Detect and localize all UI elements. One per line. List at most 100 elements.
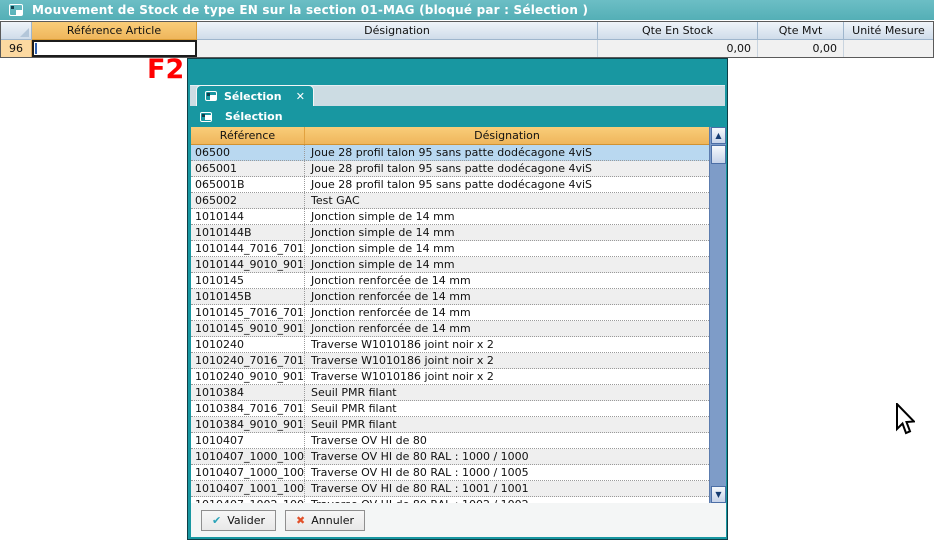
column-header-reference-article[interactable]: Référence Article xyxy=(32,22,197,40)
list-item-designation: Seuil PMR filant xyxy=(305,385,709,400)
valider-label: Valider xyxy=(227,514,265,527)
scrollbar-thumb[interactable] xyxy=(711,145,726,164)
list-item[interactable]: 1010145_7016_7016 Jonction renforcée de … xyxy=(191,305,709,321)
dialog-list: 06500 Joue 28 profil talon 95 sans patte… xyxy=(191,145,709,503)
list-item-reference: 1010240 xyxy=(191,337,305,352)
list-item-reference: 1010145_9010_9010 xyxy=(191,321,305,336)
list-item-designation: Jonction renforcée de 14 mm xyxy=(305,289,709,304)
list-item-reference: 1010145B xyxy=(191,289,305,304)
f2-annotation: F2 xyxy=(147,54,184,85)
grid-corner-selector[interactable] xyxy=(1,22,32,40)
list-item-reference: 1010144_9010_9010 xyxy=(191,257,305,272)
qte-mvt-cell[interactable]: 0,00 xyxy=(758,40,844,57)
list-item[interactable]: 1010240_7016_7016 Traverse W1010186 join… xyxy=(191,353,709,369)
list-item[interactable]: 065001 Joue 28 profil talon 95 sans patt… xyxy=(191,161,709,177)
list-column-header-reference[interactable]: Référence xyxy=(191,127,305,144)
list-item[interactable]: 1010407_1001_1001 Traverse OV HI de 80 R… xyxy=(191,481,709,497)
list-item[interactable]: 1010407_1000_1000 Traverse OV HI de 80 R… xyxy=(191,449,709,465)
mouse-cursor-icon xyxy=(893,403,915,437)
list-item[interactable]: 1010144_9010_9010 Jonction simple de 14 … xyxy=(191,257,709,273)
list-item[interactable]: 1010145_9010_9010 Jonction renforcée de … xyxy=(191,321,709,337)
list-item[interactable]: 1010144_7016_7016 Jonction simple de 14 … xyxy=(191,241,709,257)
list-item-reference: 065001 xyxy=(191,161,305,176)
list-item-reference: 065002 xyxy=(191,193,305,208)
list-item[interactable]: 1010384_7016_7016 Seuil PMR filant xyxy=(191,401,709,417)
dialog-caption-bar: Sélection xyxy=(191,106,724,127)
list-item-reference: 1010144 xyxy=(191,209,305,224)
list-item-designation: Jonction renforcée de 14 mm xyxy=(305,305,709,320)
annuler-label: Annuler xyxy=(311,514,354,527)
qte-en-stock-cell[interactable]: 0,00 xyxy=(598,40,758,57)
scrollbar[interactable]: ▲ ▼ xyxy=(709,127,726,503)
column-header-unite-mesure[interactable]: Unité Mesure xyxy=(844,22,933,40)
unite-mesure-cell[interactable] xyxy=(844,40,933,57)
list-item-reference: 065001B xyxy=(191,177,305,192)
scrollbar-up-icon[interactable]: ▲ xyxy=(711,127,726,144)
list-item[interactable]: 1010145 Jonction renforcée de 14 mm xyxy=(191,273,709,289)
selection-dialog: Sélection ✕ Sélection Référence Désignat… xyxy=(187,58,728,540)
list-item-reference: 1010144B xyxy=(191,225,305,240)
list-item-designation: Traverse W1010186 joint noir x 2 xyxy=(305,337,709,352)
stock-grid: Référence Article Désignation Qte En Sto… xyxy=(0,21,934,58)
list-item-reference: 1010145_7016_7016 xyxy=(191,305,305,320)
list-item-designation: Seuil PMR filant xyxy=(305,417,709,432)
tab-close-icon[interactable]: ✕ xyxy=(296,90,305,103)
list-item-reference: 1010145 xyxy=(191,273,305,288)
list-item[interactable]: 1010384_9010_9010 Seuil PMR filant xyxy=(191,417,709,433)
list-item[interactable]: 1010384 Seuil PMR filant xyxy=(191,385,709,401)
list-item-designation: Traverse OV HI de 80 xyxy=(305,433,709,448)
list-item-designation: Jonction renforcée de 14 mm xyxy=(305,273,709,288)
list-item-designation: Jonction renforcée de 14 mm xyxy=(305,321,709,336)
list-item-reference: 1010407_1001_1001 xyxy=(191,481,305,496)
valider-button[interactable]: ✔ Valider xyxy=(201,510,276,531)
list-item[interactable]: 06500 Joue 28 profil talon 95 sans patte… xyxy=(191,145,709,161)
list-item-designation: Traverse W1010186 joint noir x 2 xyxy=(305,353,709,368)
tab-label: Sélection xyxy=(224,90,289,103)
caption-icon xyxy=(200,112,212,122)
list-item-reference: 1010407_1000_1005 xyxy=(191,465,305,480)
annuler-button[interactable]: ✖ Annuler xyxy=(285,510,365,531)
list-item-designation: Joue 28 profil talon 95 sans patte dodéc… xyxy=(305,177,709,192)
column-header-qte-mvt[interactable]: Qte Mvt xyxy=(758,22,844,40)
list-item-designation: Jonction simple de 14 mm xyxy=(305,209,709,224)
list-item-reference: 1010384_9010_9010 xyxy=(191,417,305,432)
caption-label: Sélection xyxy=(225,110,283,123)
list-item-designation: Test GAC xyxy=(305,193,709,208)
column-header-designation[interactable]: Désignation xyxy=(197,22,598,40)
list-item-designation: Joue 28 profil talon 95 sans patte dodéc… xyxy=(305,145,709,160)
list-item[interactable]: 065002 Test GAC xyxy=(191,193,709,209)
list-item[interactable]: 065001B Joue 28 profil talon 95 sans pat… xyxy=(191,177,709,193)
list-item-reference: 1010407_1000_1000 xyxy=(191,449,305,464)
list-item[interactable]: 1010240_9010_9010 Traverse W1010186 join… xyxy=(191,369,709,385)
list-item-designation: Seuil PMR filant xyxy=(305,401,709,416)
list-item-reference: 1010240_7016_7016 xyxy=(191,353,305,368)
list-item[interactable]: 1010144 Jonction simple de 14 mm xyxy=(191,209,709,225)
designation-cell[interactable] xyxy=(197,40,598,57)
list-item[interactable]: 1010240 Traverse W1010186 joint noir x 2 xyxy=(191,337,709,353)
scrollbar-down-icon[interactable]: ▼ xyxy=(711,486,726,503)
corner-triangle-icon xyxy=(20,28,29,37)
stock-grid-header: Référence Article Désignation Qte En Sto… xyxy=(1,22,933,40)
list-item[interactable]: 1010144B Jonction simple de 14 mm xyxy=(191,225,709,241)
list-item-designation: Traverse OV HI de 80 RAL : 1000 / 1000 xyxy=(305,449,709,464)
selection-tab-icon xyxy=(205,91,217,101)
window-titlebar: Mouvement de Stock de type EN sur la sec… xyxy=(0,0,934,20)
screen: Mouvement de Stock de type EN sur la sec… xyxy=(0,0,934,545)
list-item-reference: 1010144_7016_7016 xyxy=(191,241,305,256)
list-item[interactable]: 1010145B Jonction renforcée de 14 mm xyxy=(191,289,709,305)
list-item-designation: Traverse OV HI de 80 RAL : 1000 / 1005 xyxy=(305,465,709,480)
list-item-designation: Joue 28 profil talon 95 sans patte dodéc… xyxy=(305,161,709,176)
list-item-designation: Jonction simple de 14 mm xyxy=(305,241,709,256)
column-header-qte-en-stock[interactable]: Qte En Stock xyxy=(598,22,758,40)
list-item-reference: 1010407 xyxy=(191,433,305,448)
list-item-designation: Jonction simple de 14 mm xyxy=(305,225,709,240)
text-caret xyxy=(35,43,37,54)
list-item[interactable]: 1010407_1000_1005 Traverse OV HI de 80 R… xyxy=(191,465,709,481)
tab-selection[interactable]: Sélection ✕ xyxy=(196,85,314,106)
list-column-header-designation[interactable]: Désignation xyxy=(305,127,709,144)
check-icon: ✔ xyxy=(212,514,221,527)
list-item[interactable]: 1010407 Traverse OV HI de 80 xyxy=(191,433,709,449)
row-number-cell[interactable]: 96 xyxy=(1,40,32,57)
list-item-reference: 06500 xyxy=(191,145,305,160)
stock-grid-row: 96 0,00 0,00 xyxy=(1,40,933,57)
